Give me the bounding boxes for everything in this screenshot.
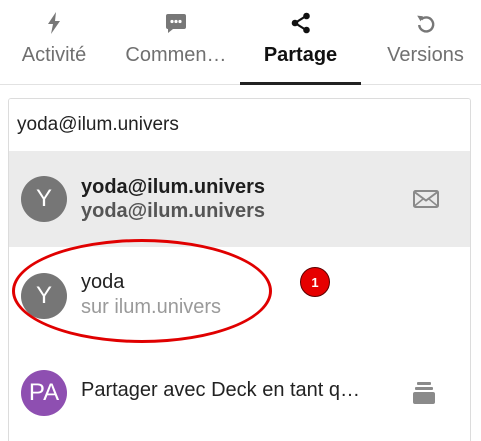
suggestion-title: yoda@ilum.univers [81,176,265,198]
avatar: Y [21,176,67,222]
tab-versions-label: Versions [387,44,464,66]
suggestion-subtitle: sur ilum.univers [81,296,222,318]
mail-icon [413,190,439,213]
tab-share[interactable]: Partage [240,0,361,85]
tab-activity[interactable]: Activité [0,0,108,84]
share-search-input[interactable] [17,112,457,138]
share-suggestion-remote[interactable]: Y yoda sur ilum.univers [9,247,470,347]
share-search [9,99,470,152]
share-icon [240,12,361,34]
lightning-icon [0,12,108,34]
share-search-panel: Y yoda@ilum.univers yoda@ilum.univers Y … [8,98,471,441]
suggestion-title: yoda [81,271,125,293]
avatar: PA [21,370,67,416]
sidebar-tabs: Activité Commen… Partage Versions [0,0,481,85]
tab-comments-label: Commen… [125,44,227,66]
deck-icon [413,381,435,410]
annotation-marker: 1 [300,267,330,297]
tab-share-label: Partage [263,44,338,66]
tab-activity-label: Activité [21,44,87,66]
comment-icon [116,12,236,34]
tab-versions[interactable]: Versions [370,0,481,84]
history-icon [370,12,481,34]
suggestion-title: Partager avec Deck en tant q… [81,379,361,401]
avatar: Y [21,273,67,319]
share-suggestion-email[interactable]: Y yoda@ilum.univers yoda@ilum.univers [9,151,470,247]
share-suggestion-deck[interactable]: PA Partager avec Deck en tant q… [9,347,470,441]
tab-comments[interactable]: Commen… [116,0,236,84]
suggestion-subtitle: yoda@ilum.univers [81,200,265,222]
